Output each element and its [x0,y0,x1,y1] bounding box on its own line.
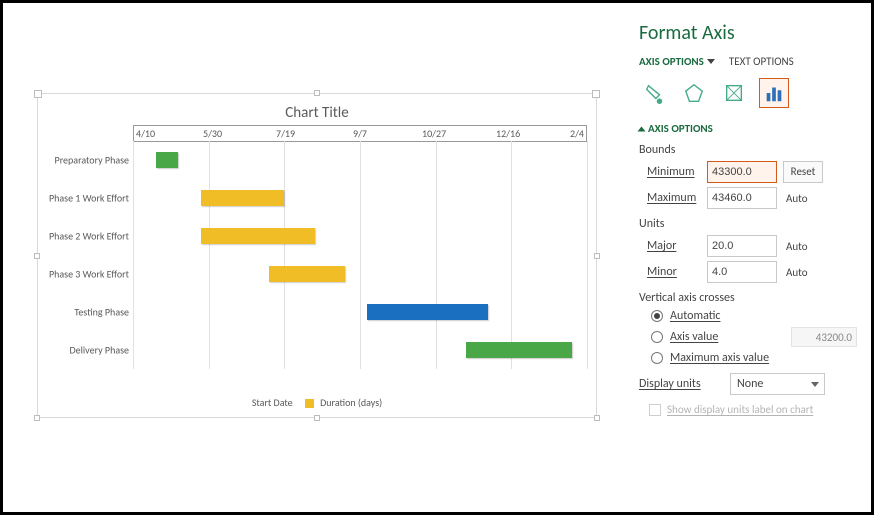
axis-tick: 12/16 [496,127,520,140]
axis-tick: 7/19 [276,127,295,140]
select-value: None [737,377,763,391]
minor-unit-input[interactable] [707,261,777,283]
bar-delivery[interactable] [466,342,572,358]
category-label: Phase 2 Work Effort [49,230,129,243]
legend-swatch-duration [305,399,314,408]
chevron-down-icon [707,59,715,64]
maximum-auto-label: Auto [783,192,823,205]
minimum-input[interactable] [707,161,777,183]
fill-line-icon[interactable] [639,78,669,108]
category-axis-labels: Preparatory Phase Phase 1 Work Effort Ph… [38,141,131,369]
tab-text-options[interactable]: TEXT OPTIONS [729,55,794,68]
plot-area[interactable]: 4/10 5/30 7/19 9/7 10/27 12/16 2/4 [133,141,587,369]
radio-icon [651,352,663,364]
maximum-label: Maximum [639,191,701,205]
radio-label: Automatic [670,309,720,323]
bounds-heading: Bounds [639,143,857,157]
tab-label: AXIS OPTIONS [639,55,704,68]
vac-axis-value-radio[interactable]: Axis value 43200.0 [651,327,857,347]
category-label: Preparatory Phase [55,154,129,167]
radio-label: Maximum axis value [670,351,769,365]
tab-axis-options[interactable]: AXIS OPTIONS [639,55,715,68]
category-label: Phase 3 Work Effort [49,268,129,281]
axis-tick: 5/30 [203,127,222,140]
checkbox-label: Show display units label on chart [667,403,813,416]
category-label: Testing Phase [74,306,129,319]
vertical-axis-crosses-heading: Vertical axis crosses [639,291,857,305]
effects-icon[interactable] [679,78,709,108]
radio-icon [651,331,663,343]
category-label: Phase 1 Work Effort [49,192,129,205]
bar-phase3[interactable] [269,266,344,282]
app-frame: Chart Title Preparatory Phase Phase 1 Wo… [0,0,874,515]
collapse-caret-icon [638,126,646,131]
minor-unit-label: Minor [639,265,701,279]
bar-testing[interactable] [367,304,488,320]
category-label: Delivery Phase [69,344,129,357]
axis-tick: 4/10 [136,127,155,140]
maximum-input[interactable] [707,187,777,209]
chart-object[interactable]: Chart Title Preparatory Phase Phase 1 Wo… [37,93,597,418]
legend-entry-start: Start Date [252,396,293,409]
radio-label: Axis value [670,330,718,344]
section-axis-options[interactable]: AXIS OPTIONS [639,122,857,135]
minor-auto-label: Auto [783,266,823,279]
major-unit-label: Major [639,239,701,253]
show-display-units-label-checkbox: Show display units label on chart [649,403,857,416]
axis-tick: 10/27 [422,127,446,140]
display-units-select[interactable]: None [730,373,825,395]
panel-icon-row [639,78,857,108]
display-units-label: Display units [639,377,724,391]
vac-maximum-radio[interactable]: Maximum axis value [651,351,857,365]
checkbox-icon [649,404,661,416]
bar-phase2[interactable] [201,228,315,244]
axis-tick: 9/7 [353,127,367,140]
chart-legend[interactable]: Start Date Duration (days) [38,396,596,409]
legend-entry-duration: Duration (days) [320,396,382,409]
chart-title[interactable]: Chart Title [38,104,596,122]
bar-phase1[interactable] [201,190,284,206]
radio-icon [651,310,663,322]
units-heading: Units [639,217,857,231]
vac-axis-value-display: 43200.0 [791,327,857,347]
reset-minimum-button[interactable]: Reset [783,161,823,183]
vac-automatic-radio[interactable]: Automatic [651,309,857,323]
value-axis[interactable]: 4/10 5/30 7/19 9/7 10/27 12/16 2/4 [133,125,587,142]
size-properties-icon[interactable] [719,78,749,108]
panel-tabs: AXIS OPTIONS TEXT OPTIONS [639,55,857,68]
panel-title: Format Axis [639,21,857,45]
major-auto-label: Auto [783,240,823,253]
axis-tick: 2/4 [570,127,584,140]
axis-options-icon[interactable] [759,78,789,108]
bar-preparatory[interactable] [156,152,179,168]
section-label: AXIS OPTIONS [648,122,713,135]
format-axis-panel: Format Axis AXIS OPTIONS TEXT OPTIONS [621,3,871,512]
minimum-label: Minimum [639,165,701,179]
major-unit-input[interactable] [707,235,777,257]
